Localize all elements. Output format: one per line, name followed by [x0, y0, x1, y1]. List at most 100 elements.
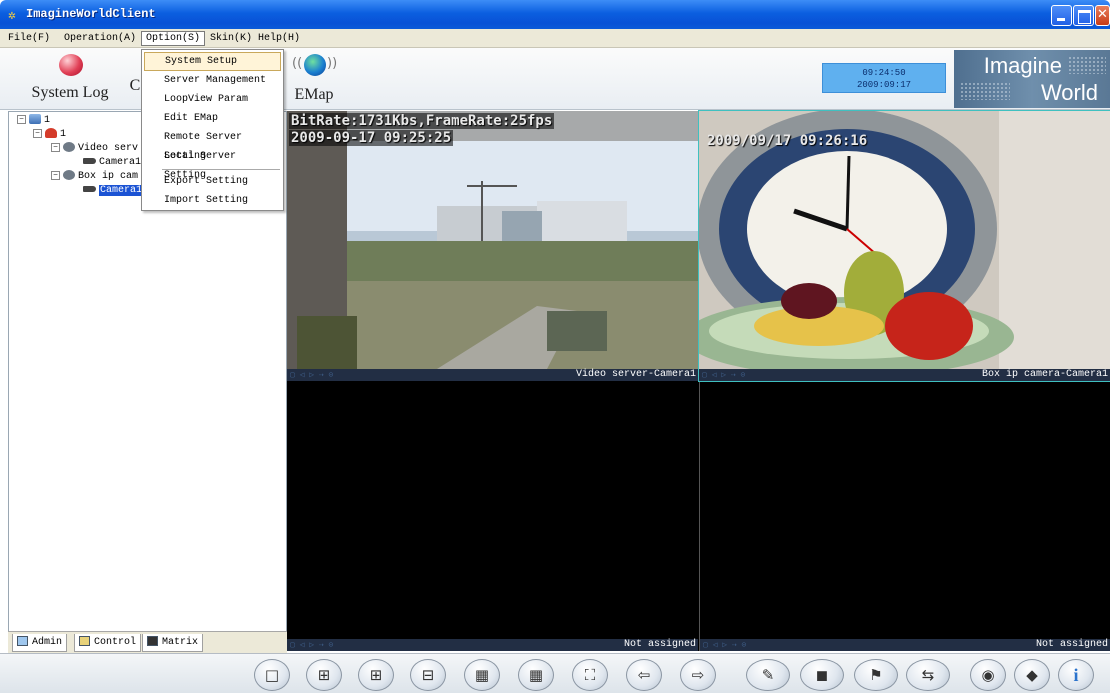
video-controls-icon[interactable]: ▢ ◁ ▷ ⇢ ⊙: [290, 369, 333, 381]
video-cell-4-bar: ▢ ◁ ▷ ⇢ ⊙ Not assigned: [700, 639, 1110, 651]
video-controls-icon[interactable]: ▢ ◁ ▷ ⇢ ⊙: [702, 369, 745, 381]
clock-date: 2009:09:17: [856, 80, 911, 90]
video-cell-1-name: Video server-Camera1: [575, 369, 696, 380]
app-icon: ✲: [8, 8, 16, 23]
maximize-button[interactable]: [1073, 5, 1094, 26]
collapse-icon[interactable]: −: [51, 170, 60, 180]
talk-button[interactable]: ◆: [1014, 659, 1050, 691]
tree-root[interactable]: −1: [17, 114, 50, 128]
menu-item-local-server-setting[interactable]: Local Server Setting: [144, 147, 281, 181]
ptz-button[interactable]: ⇆: [906, 659, 950, 691]
video-cell-4[interactable]: ▢ ◁ ▷ ⇢ ⊙ Not assigned: [699, 382, 1110, 651]
tree-root-label: 1: [44, 115, 51, 126]
tree-group-label: 1: [60, 129, 67, 140]
tab-admin-label: Admin: [32, 637, 63, 648]
clock-time: 09:24:50: [862, 68, 906, 78]
layout-1-button[interactable]: □: [254, 659, 290, 691]
system-log-button[interactable]: System Log: [30, 52, 110, 102]
brand-line1: Imagine: [983, 53, 1062, 78]
tab-control[interactable]: Control: [74, 634, 142, 652]
camera-icon: [83, 186, 96, 193]
layout-9-button[interactable]: ▦: [464, 659, 500, 691]
control-icon: [79, 636, 90, 647]
layout-6-button[interactable]: ⊞: [358, 659, 394, 691]
system-log-label: System Log: [31, 84, 109, 101]
menu-item-export-setting[interactable]: Export Setting: [144, 172, 281, 191]
menu-option[interactable]: Option(S): [141, 31, 206, 46]
server-icon: [63, 170, 75, 181]
layout-4-button[interactable]: ⊞: [306, 659, 342, 691]
left-panel-tabs: Admin Control Matrix: [8, 631, 287, 653]
osd-timestamp: 2009-09-17 09:25:25: [289, 130, 454, 146]
next-page-button[interactable]: ⇨: [680, 659, 716, 691]
video-cell-3-bar: ▢ ◁ ▷ ⇢ ⊙ Not assigned: [287, 639, 698, 651]
osd-bitrate: BitRate:1731Kbs,FrameRate:25fps: [289, 113, 555, 129]
tree-group[interactable]: −1: [33, 128, 66, 142]
osd-timestamp-2: 2009/09/17 09:26:16: [707, 133, 868, 149]
menu-file[interactable]: File(F): [4, 31, 54, 46]
collapse-icon[interactable]: −: [17, 114, 26, 124]
admin-icon: [17, 636, 28, 647]
previous-page-button[interactable]: ⇦: [626, 659, 662, 691]
menu-bar: File(F) Operation(A) Option(S) Skin(K) H…: [0, 29, 1110, 48]
heart-icon: [53, 52, 87, 80]
partial-toolbar-button[interactable]: C: [128, 77, 142, 95]
title-bar: ✲ ImagineWorldClient: [0, 0, 1110, 29]
tab-control-label: Control: [94, 637, 137, 648]
emap-button[interactable]: (()) EMap: [284, 52, 344, 104]
video-cell-2[interactable]: 2009/09/17 09:26:16 ▢ ◁ ▷ ⇢ ⊙ Box ip cam…: [698, 110, 1110, 382]
video-feed-2: [699, 111, 1110, 369]
audio-button[interactable]: ◉: [970, 659, 1006, 691]
layout-16-button[interactable]: ▦: [518, 659, 554, 691]
snapshot-button[interactable]: ◼: [800, 659, 844, 691]
video-cell-1[interactable]: BitRate:1731Kbs,FrameRate:25fps 2009-09-…: [287, 111, 698, 381]
video-cell-2-bar: ▢ ◁ ▷ ⇢ ⊙ Box ip camera-Camera1: [699, 369, 1110, 381]
brand-line2: World: [1040, 80, 1098, 105]
video-cell-3-name: Not assigned: [623, 639, 696, 650]
tree-video-server-label: Video serv: [78, 143, 139, 154]
brand-logo: Imagine World: [954, 50, 1110, 108]
bottom-toolbar: □ ⊞ ⊞ ⊟ ▦ ▦ ⛶ ⇦ ⇨ ✎ ◼ ⚑ ⇆ ◉ ◆ i: [0, 653, 1110, 693]
emap-label: EMap: [294, 86, 334, 103]
site-icon: [45, 128, 57, 139]
clock-display: 09:24:50 2009:09:17: [822, 63, 946, 93]
video-grid: BitRate:1731Kbs,FrameRate:25fps 2009-09-…: [287, 110, 1110, 651]
close-button[interactable]: [1095, 5, 1110, 26]
minimize-button[interactable]: [1051, 5, 1072, 26]
tab-matrix[interactable]: Matrix: [142, 634, 204, 652]
tree-video-camera[interactable]: Camera1: [83, 156, 141, 170]
fullscreen-button[interactable]: ⛶: [572, 659, 608, 691]
menu-item-remote-server-setting[interactable]: Remote Server Setting: [144, 128, 281, 162]
collapse-icon[interactable]: −: [51, 142, 60, 152]
menu-item-system-setup[interactable]: System Setup: [144, 52, 281, 71]
partial-toolbar-label: C: [129, 77, 141, 94]
server-icon: [63, 142, 75, 153]
video-controls-icon[interactable]: ▢ ◁ ▷ ⇢ ⊙: [703, 639, 746, 651]
menu-item-server-management[interactable]: Server Management: [144, 71, 281, 90]
tab-matrix-label: Matrix: [162, 637, 199, 648]
tree-box-camera-label: Box ip cam: [78, 171, 139, 182]
option-dropdown-menu: System Setup Server Management LoopView …: [141, 49, 284, 211]
menu-item-edit-emap[interactable]: Edit EMap: [144, 109, 281, 128]
video-controls-icon[interactable]: ▢ ◁ ▷ ⇢ ⊙: [290, 639, 333, 651]
layout-8-button[interactable]: ⊟: [410, 659, 446, 691]
menu-item-loopview-param[interactable]: LoopView Param: [144, 90, 281, 109]
video-cell-2-name: Box ip camera-Camera1: [981, 369, 1108, 380]
record-button[interactable]: ⚑: [854, 659, 898, 691]
video-cell-3[interactable]: ▢ ◁ ▷ ⇢ ⊙ Not assigned: [287, 382, 698, 651]
info-button[interactable]: i: [1058, 659, 1094, 691]
computer-icon: [29, 114, 41, 125]
collapse-icon[interactable]: −: [33, 128, 42, 138]
tree-box-camera-child[interactable]: Camera1: [83, 184, 144, 198]
menu-operation[interactable]: Operation(A): [60, 31, 140, 46]
camera-icon: [83, 158, 96, 165]
menu-skin[interactable]: Skin(K): [206, 31, 256, 46]
menu-help[interactable]: Help(H): [254, 31, 304, 46]
tree-box-camera[interactable]: − Box ip cam: [51, 170, 138, 184]
tab-admin[interactable]: Admin: [12, 634, 68, 652]
tree-video-server[interactable]: − Video serv: [51, 142, 138, 156]
edit-button[interactable]: ✎: [746, 659, 790, 691]
video-cell-4-name: Not assigned: [1035, 639, 1108, 650]
matrix-icon: [147, 636, 158, 647]
menu-item-import-setting[interactable]: Import Setting: [144, 191, 281, 210]
